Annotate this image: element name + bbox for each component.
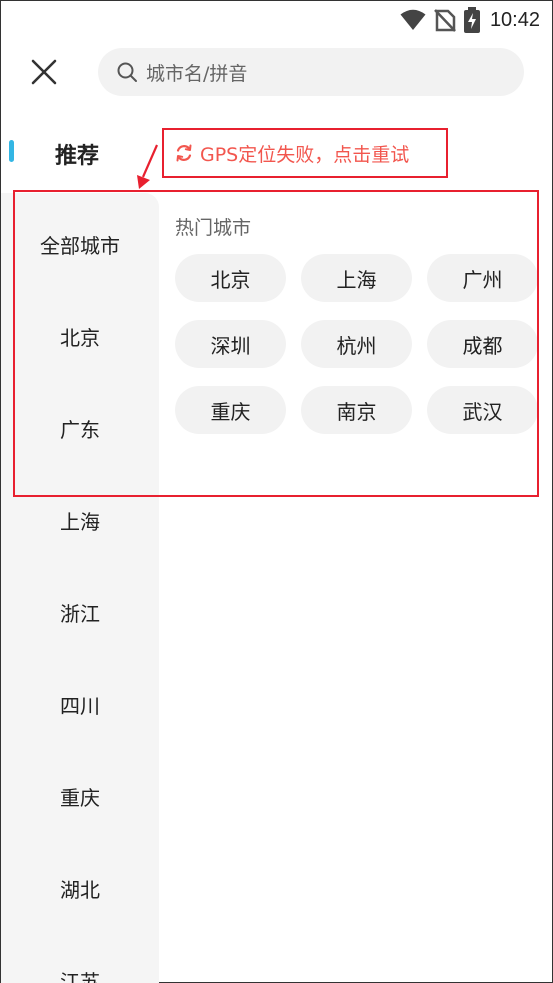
gps-status-text: GPS定位失败，点击重试	[200, 143, 410, 166]
province-sidebar[interactable]: 全部城市 北京 广东 上海 浙江 四川 重庆 湖北 江苏	[1, 193, 159, 983]
tab-recommend[interactable]: 推荐	[9, 131, 159, 175]
close-icon	[31, 59, 57, 85]
hot-cities-title: 热门城市	[175, 217, 252, 239]
sidebar-item-shanghai[interactable]: 上海	[1, 474, 159, 566]
city-chip-chengdu[interactable]: 成都	[427, 320, 538, 368]
refresh-icon	[176, 144, 192, 162]
city-chip-wuhan[interactable]: 武汉	[427, 386, 538, 434]
status-bar: 10:42	[1, 1, 553, 39]
close-button[interactable]	[27, 55, 61, 89]
city-chip-chongqing[interactable]: 重庆	[175, 386, 286, 434]
city-chip-guangzhou[interactable]: 广州	[427, 254, 538, 302]
sidebar-item-sichuan[interactable]: 四川	[1, 658, 159, 750]
sidebar-item-zhejiang[interactable]: 浙江	[1, 566, 159, 658]
battery-charging-icon	[463, 7, 480, 33]
status-time: 10:42	[489, 8, 540, 31]
gps-retry-button[interactable]: GPS定位失败，点击重试	[162, 128, 448, 178]
search-icon	[117, 62, 137, 82]
sidebar-item-hubei[interactable]: 湖北	[1, 842, 159, 934]
tab-indicator	[9, 140, 14, 162]
city-chip-beijing[interactable]: 北京	[175, 254, 286, 302]
sidebar-item-beijing[interactable]: 北京	[1, 290, 159, 382]
sidebar-item-chongqing[interactable]: 重庆	[1, 750, 159, 842]
city-chip-hangzhou[interactable]: 杭州	[301, 320, 412, 368]
city-chip-shanghai[interactable]: 上海	[301, 254, 412, 302]
sidebar-item-all-cities[interactable]: 全部城市	[1, 198, 159, 290]
sidebar-item-guangdong[interactable]: 广东	[1, 382, 159, 474]
sidebar-item-jiangsu[interactable]: 江苏	[1, 934, 159, 983]
no-sim-icon	[434, 9, 456, 32]
city-chip-shenzhen[interactable]: 深圳	[175, 320, 286, 368]
wifi-icon	[400, 9, 426, 30]
city-chip-nanjing[interactable]: 南京	[301, 386, 412, 434]
search-input[interactable]: 城市名/拼音	[98, 48, 524, 96]
tab-recommend-label: 推荐	[55, 144, 100, 169]
header: 城市名/拼音	[1, 45, 553, 99]
status-icons: 10:42	[400, 7, 540, 33]
search-placeholder: 城市名/拼音	[146, 62, 248, 85]
